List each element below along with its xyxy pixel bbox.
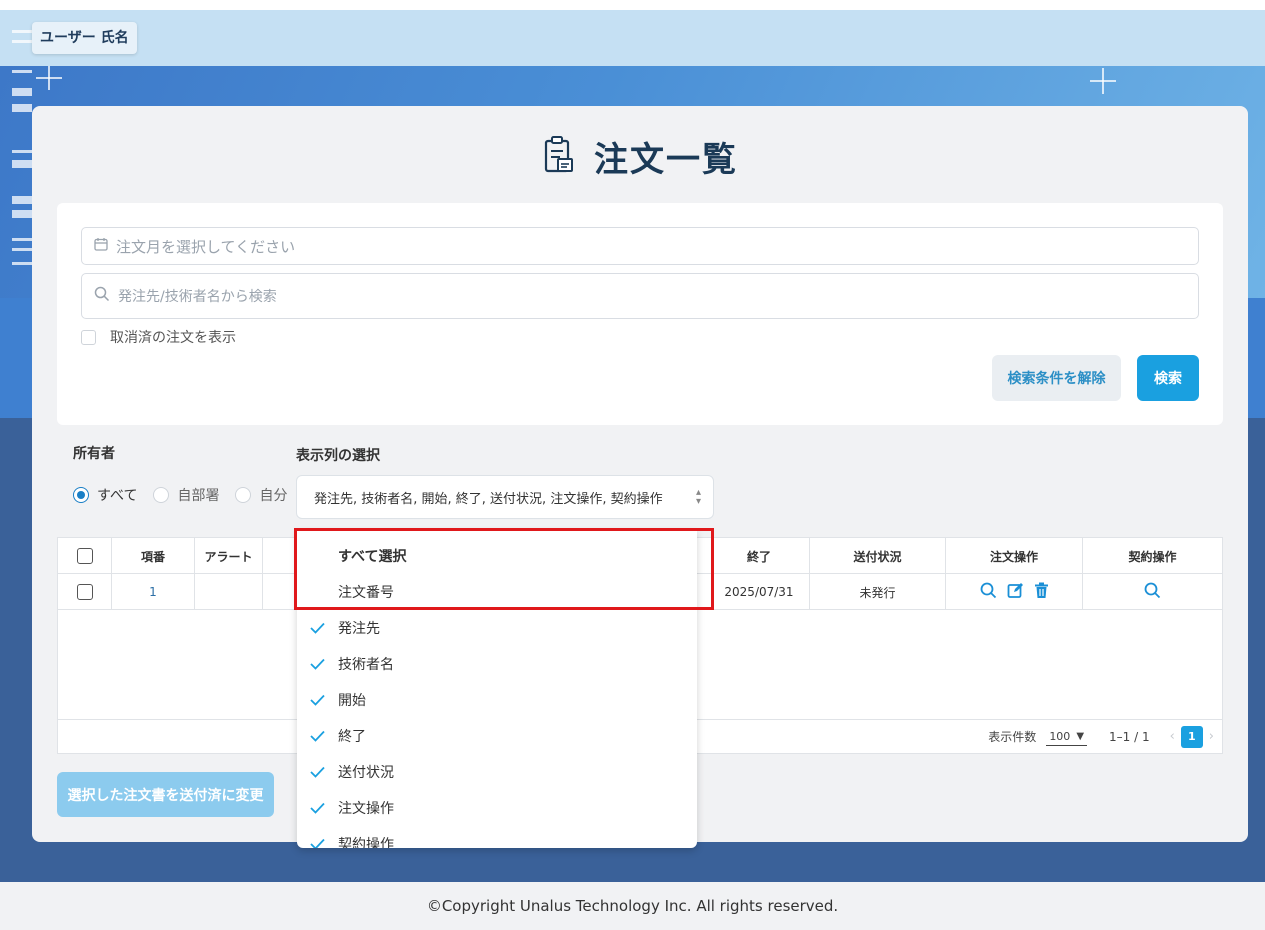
user-name-chip[interactable]: ユーザー 氏名 bbox=[32, 22, 137, 54]
highlight-box bbox=[294, 528, 714, 610]
column-option-label: 送付状況 bbox=[338, 765, 394, 781]
show-cancelled-checkbox[interactable] bbox=[81, 329, 96, 345]
column-select[interactable]: 発注先, 技術者名, 開始, 終了, 送付状況, 注文操作, 契約操作 ▴ ▾ bbox=[296, 475, 714, 519]
row-select-cell bbox=[58, 574, 112, 610]
page-range: 1–1 / 1 bbox=[1109, 729, 1150, 744]
calendar-icon bbox=[94, 237, 108, 255]
top-strip bbox=[0, 0, 1265, 10]
owner-radio-group: すべて 自部署 自分 bbox=[73, 485, 303, 505]
column-option[interactable]: 技術者名 bbox=[297, 646, 697, 682]
column-option-label: 注文操作 bbox=[338, 801, 394, 817]
owner-option-department[interactable]: 自部署 bbox=[153, 485, 219, 505]
show-cancelled-option[interactable]: 取消済の注文を表示 bbox=[81, 327, 236, 347]
view-contract-icon[interactable] bbox=[1144, 582, 1161, 602]
header-no[interactable]: 項番 bbox=[112, 538, 195, 574]
search-panel: 注文月を選択してください 発注先/技術者名から検索 取消済の注文を表示 検索条件… bbox=[57, 203, 1223, 425]
column-option[interactable]: 契約操作 bbox=[297, 826, 697, 848]
checkmark-icon bbox=[297, 838, 338, 848]
column-option-label: 技術者名 bbox=[338, 657, 394, 673]
order-month-picker[interactable]: 注文月を選択してください bbox=[81, 227, 1199, 265]
select-all-cell bbox=[58, 538, 112, 574]
column-option[interactable]: 開始 bbox=[297, 682, 697, 718]
row-no: 1 bbox=[112, 574, 195, 610]
page-title-text: 注文一覧 bbox=[594, 140, 738, 180]
checkmark-icon bbox=[297, 802, 338, 814]
row-checkbox[interactable] bbox=[76, 584, 93, 600]
page-title: 注文一覧 bbox=[32, 132, 1248, 181]
checkmark-icon bbox=[297, 766, 338, 778]
row-order-actions bbox=[946, 574, 1083, 610]
column-option[interactable]: 発注先 bbox=[297, 610, 697, 646]
owner-radio-department[interactable] bbox=[153, 487, 170, 503]
owner-radio-self[interactable] bbox=[235, 487, 252, 503]
order-month-placeholder: 注文月を選択してください bbox=[116, 237, 296, 256]
caret-down-icon: ▼ bbox=[1076, 730, 1085, 742]
per-page-label: 表示件数 bbox=[988, 730, 1037, 744]
next-page-icon[interactable]: › bbox=[1209, 729, 1214, 744]
checkmark-icon bbox=[297, 622, 338, 634]
checkmark-icon bbox=[297, 694, 338, 706]
keyword-search-placeholder: 発注先/技術者名から検索 bbox=[118, 289, 277, 305]
column-option[interactable]: 終了 bbox=[297, 718, 697, 754]
per-page-value: 100 bbox=[1049, 729, 1071, 743]
delete-order-icon[interactable] bbox=[1034, 582, 1049, 602]
column-option[interactable]: 注文操作 bbox=[297, 790, 697, 826]
header-order-actions[interactable]: 注文操作 bbox=[946, 538, 1083, 574]
row-status: 未発行 bbox=[810, 574, 946, 610]
checkmark-icon bbox=[297, 658, 338, 670]
clear-conditions-button[interactable]: 検索条件を解除 bbox=[992, 355, 1121, 401]
column-option-label: 終了 bbox=[338, 729, 366, 745]
header-end[interactable]: 終了 bbox=[709, 538, 810, 574]
column-option-label: 契約操作 bbox=[338, 837, 394, 848]
view-order-icon[interactable] bbox=[980, 582, 997, 602]
mark-sent-button[interactable]: 選択した注文書を送付済に変更 bbox=[57, 772, 274, 817]
owner-radio-all[interactable] bbox=[73, 487, 89, 503]
header-background bbox=[0, 10, 1265, 66]
checkmark-icon bbox=[297, 730, 338, 742]
owner-option-self[interactable]: 自分 bbox=[235, 485, 287, 505]
column-select-value: 発注先, 技術者名, 開始, 終了, 送付状況, 注文操作, 契約操作 bbox=[314, 491, 663, 507]
edit-order-icon[interactable] bbox=[1007, 582, 1024, 602]
chevron-up-down-icon: ▴ ▾ bbox=[695, 487, 701, 507]
search-icon bbox=[94, 286, 110, 306]
copyright-text: ©Copyright Unalus Technology Inc. All ri… bbox=[426, 897, 839, 915]
owner-option-all[interactable]: すべて bbox=[73, 485, 137, 505]
order-list-icon bbox=[542, 135, 576, 179]
header-status[interactable]: 送付状況 bbox=[810, 538, 946, 574]
owner-option-all-label: すべて bbox=[97, 488, 138, 504]
header-contract-actions[interactable]: 契約操作 bbox=[1083, 538, 1222, 574]
per-page-select[interactable]: 100 ▼ bbox=[1046, 728, 1088, 746]
show-cancelled-label: 取消済の注文を表示 bbox=[110, 330, 236, 346]
column-option-label: 開始 bbox=[338, 693, 366, 709]
owner-option-department-label: 自部署 bbox=[177, 488, 220, 504]
owner-label: 所有者 bbox=[73, 446, 115, 462]
prev-page-icon[interactable]: ‹ bbox=[1170, 729, 1175, 744]
keyword-search-input[interactable]: 発注先/技術者名から検索 bbox=[81, 273, 1199, 319]
row-contract-actions bbox=[1083, 574, 1222, 610]
row-alert bbox=[195, 574, 263, 610]
page-button[interactable]: 1 bbox=[1180, 725, 1203, 748]
column-select-label: 表示列の選択 bbox=[296, 448, 380, 464]
column-option-label: 発注先 bbox=[338, 621, 380, 637]
owner-option-self-label: 自分 bbox=[259, 488, 288, 504]
row-end: 2025/07/31 bbox=[709, 574, 810, 610]
column-option[interactable]: 送付状況 bbox=[297, 754, 697, 790]
header-alert[interactable]: アラート bbox=[195, 538, 263, 574]
select-all-checkbox[interactable] bbox=[76, 548, 93, 564]
search-button[interactable]: 検索 bbox=[1137, 355, 1199, 401]
